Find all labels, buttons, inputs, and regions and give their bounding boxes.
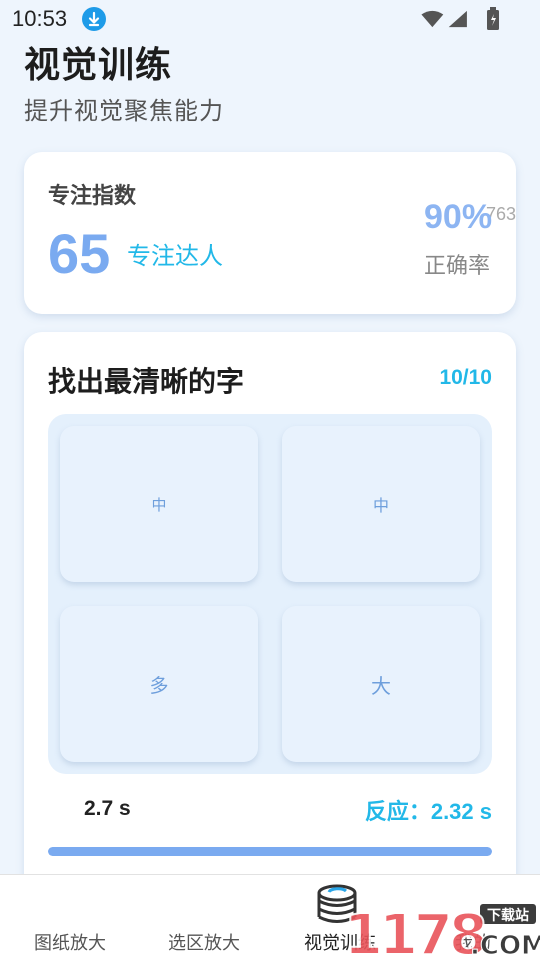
status-time: 10:53 [12,6,68,31]
accuracy-value: 90% [424,198,493,236]
signal-icon [448,10,467,28]
page-subtitle: 提升视觉聚焦能力 [24,98,224,125]
character-grid: 中 中 多 大 [48,414,492,774]
game-card: 找出最清晰的字 10/10 中 中 多 大 2.7 s 反应：2.32 s [24,332,516,892]
watermark-logo: 下载站 1178 .COM [343,902,540,960]
wifi-icon [421,10,444,28]
battery-icon [487,7,499,30]
focus-score: 65 [48,222,111,285]
accuracy-label: 正确率 [424,253,491,278]
char-tile-3[interactable]: 多 [60,606,258,762]
char-tile-4[interactable]: 大 [282,606,480,762]
focus-index-label: 专注指数 [48,183,137,208]
game-title: 找出最清晰的字 [48,366,245,397]
status-bar: 10:53 [0,0,540,38]
page-title: 视觉训练 [24,44,173,85]
nav-item-drawing-zoom[interactable]: 图纸放大 [34,929,106,955]
watermark-brand: 1178 [344,903,485,960]
char-tile-2[interactable]: 中 [282,426,480,582]
progress-bar-fill [48,847,492,856]
reaction-time: 反应：2.32 s [364,799,492,824]
watermark-domain: .COM [470,931,540,960]
progress-bar [48,847,492,856]
watermark-tag: 下载站 [487,907,529,924]
nav-item-selection-zoom[interactable]: 选区放大 [168,929,240,955]
download-icon [82,7,106,31]
timer-value: 2.7 s [84,797,131,820]
focus-level-badge: 专注达人 [127,243,223,270]
focus-index-card: 专注指数 65 专注达人 763fea 90% 正确率 [24,152,516,314]
signal-icons [421,10,467,28]
char-tile-1[interactable]: 中 [60,426,258,582]
game-progress-counter: 10/10 [439,366,492,389]
